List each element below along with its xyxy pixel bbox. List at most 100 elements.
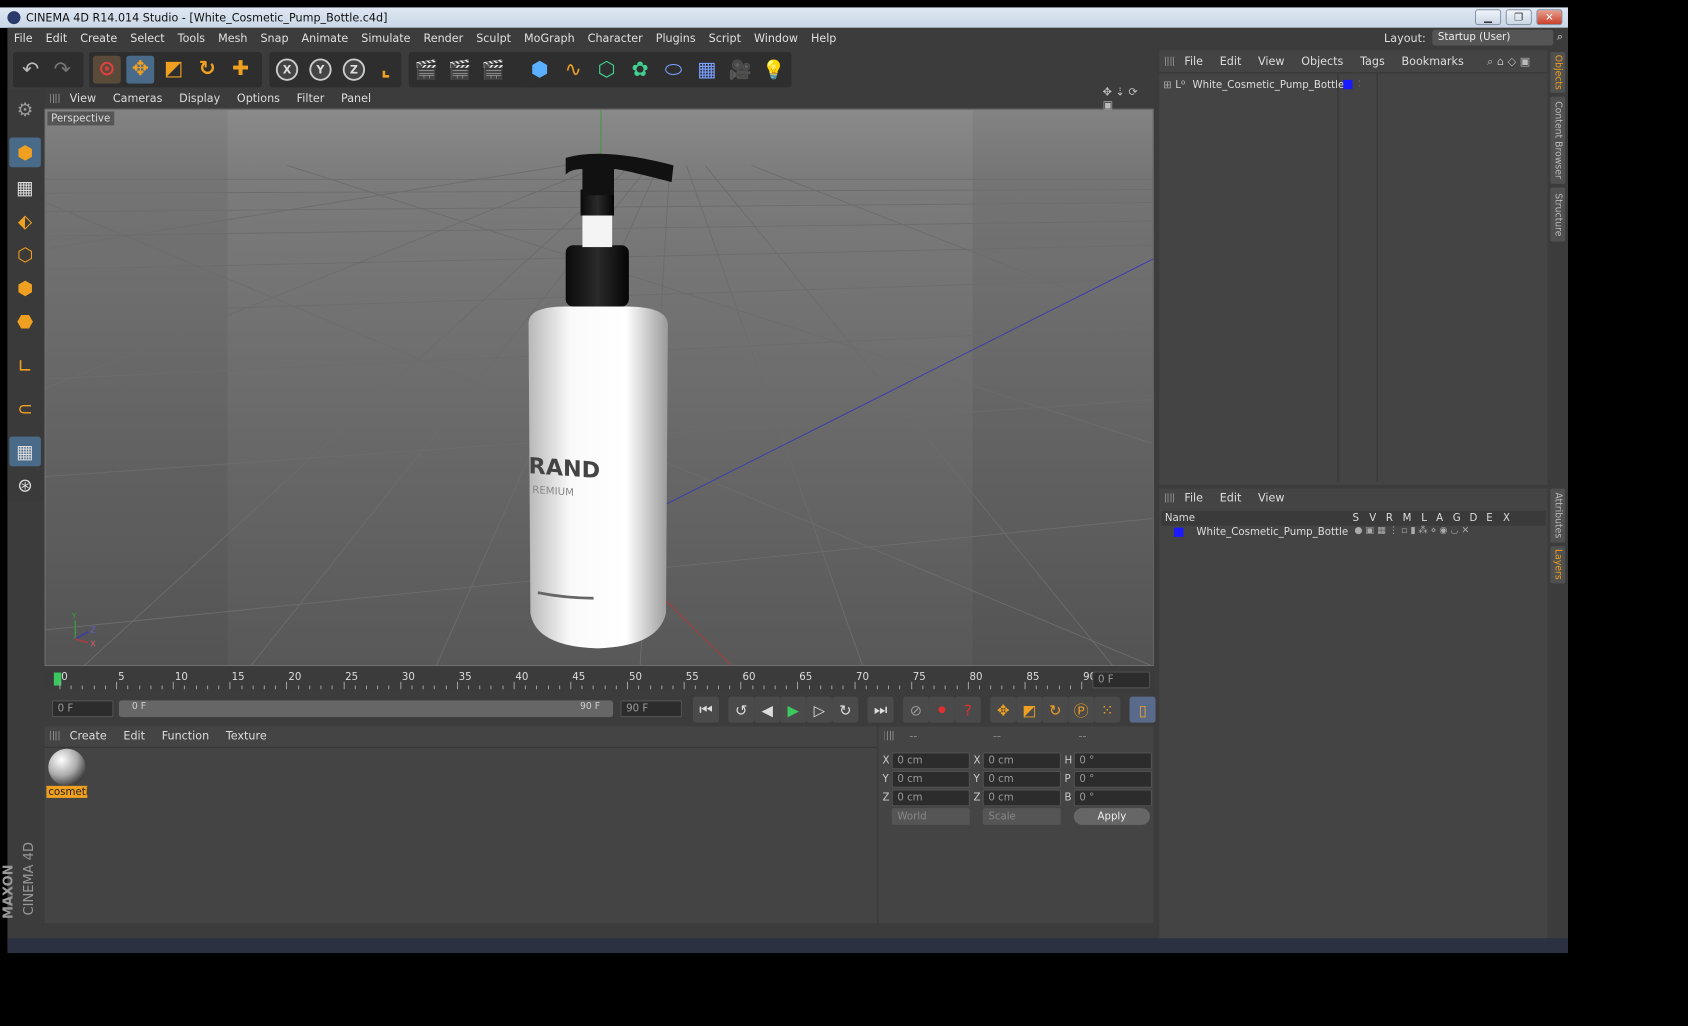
range-slider[interactable]: 0 F 90 F [118, 700, 614, 718]
redo-icon[interactable]: ↷ [48, 56, 76, 84]
col-generators[interactable]: G [1453, 512, 1461, 524]
viewport-nav-icons[interactable]: ✥ ⇣ ⟳ ▣ [1094, 85, 1153, 111]
layout-dropdown[interactable]: Startup (User) [1432, 29, 1554, 46]
col-deformers[interactable]: D [1470, 512, 1478, 524]
x-axis-icon[interactable]: X [273, 56, 301, 84]
viewport-menu-display[interactable]: Display [171, 92, 229, 105]
position-z-field[interactable]: 0 cm [891, 789, 970, 807]
cloner-icon[interactable]: ✿ [626, 56, 654, 84]
nurbs-icon[interactable]: ⬡ [593, 56, 621, 84]
menu-mesh[interactable]: Mesh [212, 32, 254, 45]
col-solo[interactable]: S [1352, 512, 1358, 524]
size-y-field[interactable]: 0 cm [982, 770, 1061, 788]
add-icon[interactable]: ✚ [227, 56, 255, 84]
autokey-icon[interactable]: ⏺ [928, 696, 955, 723]
menu-snap[interactable]: Snap [254, 32, 295, 45]
spline-icon[interactable]: ∿ [559, 56, 587, 84]
previous-key-icon[interactable]: ↺ [728, 696, 755, 723]
object-menu-objects[interactable]: Objects [1293, 55, 1352, 68]
minimize-button[interactable]: ▁ [1475, 9, 1502, 26]
key-parameter-icon[interactable]: Ⓟ [1068, 696, 1095, 723]
menu-script[interactable]: Script [702, 32, 747, 45]
col-expressions[interactable]: E [1486, 512, 1492, 524]
col-animation[interactable]: A [1436, 512, 1443, 524]
viewport-menu-filter[interactable]: Filter [288, 92, 332, 105]
lock-workplane-icon[interactable]: ▦ [9, 436, 41, 467]
use-model-mode-icon[interactable]: ⚙ [9, 95, 41, 125]
side-tab-attributes[interactable]: Attributes [1550, 488, 1566, 543]
apply-button[interactable]: Apply [1073, 808, 1150, 825]
y-axis-icon[interactable]: Y [307, 56, 335, 84]
menu-window[interactable]: Window [747, 32, 804, 45]
viewport-menu-cameras[interactable]: Cameras [104, 92, 170, 105]
side-tab-content-browser[interactable]: Content Browser [1550, 96, 1566, 184]
snap-icon[interactable]: ⊛ [9, 470, 41, 500]
object-menu-bookmarks[interactable]: Bookmarks [1393, 55, 1472, 68]
menu-file[interactable]: File [7, 32, 39, 45]
layer-menu-view[interactable]: View [1250, 491, 1293, 504]
rotate-icon[interactable]: ↻ [193, 56, 221, 84]
object-menu-file[interactable]: File [1176, 55, 1211, 68]
workplane-icon[interactable]: ⬖ [9, 206, 41, 236]
col-view[interactable]: V [1369, 512, 1376, 524]
col-locked[interactable]: L [1421, 512, 1427, 524]
menu-select[interactable]: Select [124, 32, 171, 45]
side-tab-layers[interactable]: Layers [1550, 546, 1566, 584]
perspective-viewport[interactable]: RAND REMIUM Y Z X Perspective [44, 108, 1154, 667]
next-key-icon[interactable]: ↻ [832, 696, 859, 723]
expand-icon[interactable]: ⊞ [1163, 78, 1172, 90]
magnet-icon[interactable]: ⊂ [9, 394, 41, 424]
restore-button[interactable]: ❐ [1505, 9, 1532, 26]
timeline-window-icon[interactable]: ▯ [1129, 696, 1156, 723]
light-icon[interactable]: 💡 [760, 56, 788, 84]
object-menu-edit[interactable]: Edit [1211, 55, 1249, 68]
position-x-field[interactable]: 0 cm [891, 752, 970, 770]
menu-create[interactable]: Create [74, 32, 124, 45]
menu-sculpt[interactable]: Sculpt [470, 32, 518, 45]
object-row[interactable]: ⊞ L⁰ White_Cosmetic_Pump_Bottle ⁚ [1163, 76, 1544, 93]
viewport-menu-options[interactable]: Options [229, 92, 289, 105]
menu-edit[interactable]: Edit [39, 32, 74, 45]
layer-menu-file[interactable]: File [1176, 491, 1211, 504]
layer-color-swatch[interactable] [1343, 79, 1353, 90]
camera-icon[interactable]: 🎥 [726, 56, 754, 84]
next-frame-icon[interactable]: ▷ [806, 696, 833, 723]
axis-mode-icon[interactable]: ∟ [9, 351, 41, 381]
model-mode-icon[interactable]: ⬢ [9, 137, 41, 168]
layer-menu-edit[interactable]: Edit [1211, 491, 1249, 504]
world-dropdown[interactable]: World [891, 808, 970, 825]
position-y-field[interactable]: 0 cm [891, 770, 970, 788]
polygons-mode-icon[interactable]: ⬣ [9, 307, 41, 337]
object-menu-view[interactable]: View [1250, 55, 1293, 68]
side-tab-objects[interactable]: Objects [1550, 52, 1566, 93]
menu-tools[interactable]: Tools [171, 32, 211, 45]
material-swatch[interactable]: cosmeti [46, 748, 88, 801]
live-selection-icon[interactable]: ⊙ [92, 55, 121, 84]
undo-icon[interactable]: ↶ [17, 56, 45, 84]
search-icon[interactable]: ⌕ [1557, 30, 1563, 44]
points-mode-icon[interactable]: ⬡ [9, 240, 41, 270]
current-frame-field[interactable]: 0 F [1092, 671, 1150, 689]
material-menu-texture[interactable]: Texture [218, 729, 276, 742]
menu-help[interactable]: Help [804, 32, 842, 45]
viewport-menu-view[interactable]: View [61, 92, 104, 105]
object-menu-tags[interactable]: Tags [1352, 55, 1393, 68]
material-menu-function[interactable]: Function [153, 729, 217, 742]
previous-frame-icon[interactable]: ◀ [754, 696, 781, 723]
viewport-grip[interactable] [50, 93, 62, 104]
col-name[interactable]: Name [1165, 512, 1195, 524]
rotation-p-field[interactable]: 0 ° [1073, 770, 1152, 788]
floor-icon[interactable]: ▦ [693, 56, 721, 84]
cube-icon[interactable]: ⬢ [526, 56, 554, 84]
key-position-icon[interactable]: ✥ [990, 696, 1017, 723]
menu-animate[interactable]: Animate [295, 32, 355, 45]
render-view-icon[interactable]: 🎬 [412, 56, 440, 84]
material-menu-create[interactable]: Create [61, 729, 115, 742]
deformer-icon[interactable]: ⬭ [660, 56, 688, 84]
size-x-field[interactable]: 0 cm [982, 752, 1061, 770]
col-manager[interactable]: M [1403, 512, 1412, 524]
render-settings-icon[interactable]: 🎬 [479, 56, 507, 84]
close-button[interactable]: ✕ [1536, 9, 1563, 26]
key-rotation-icon[interactable]: ↻ [1042, 696, 1069, 723]
viewport-menu-panel[interactable]: Panel [333, 92, 380, 105]
